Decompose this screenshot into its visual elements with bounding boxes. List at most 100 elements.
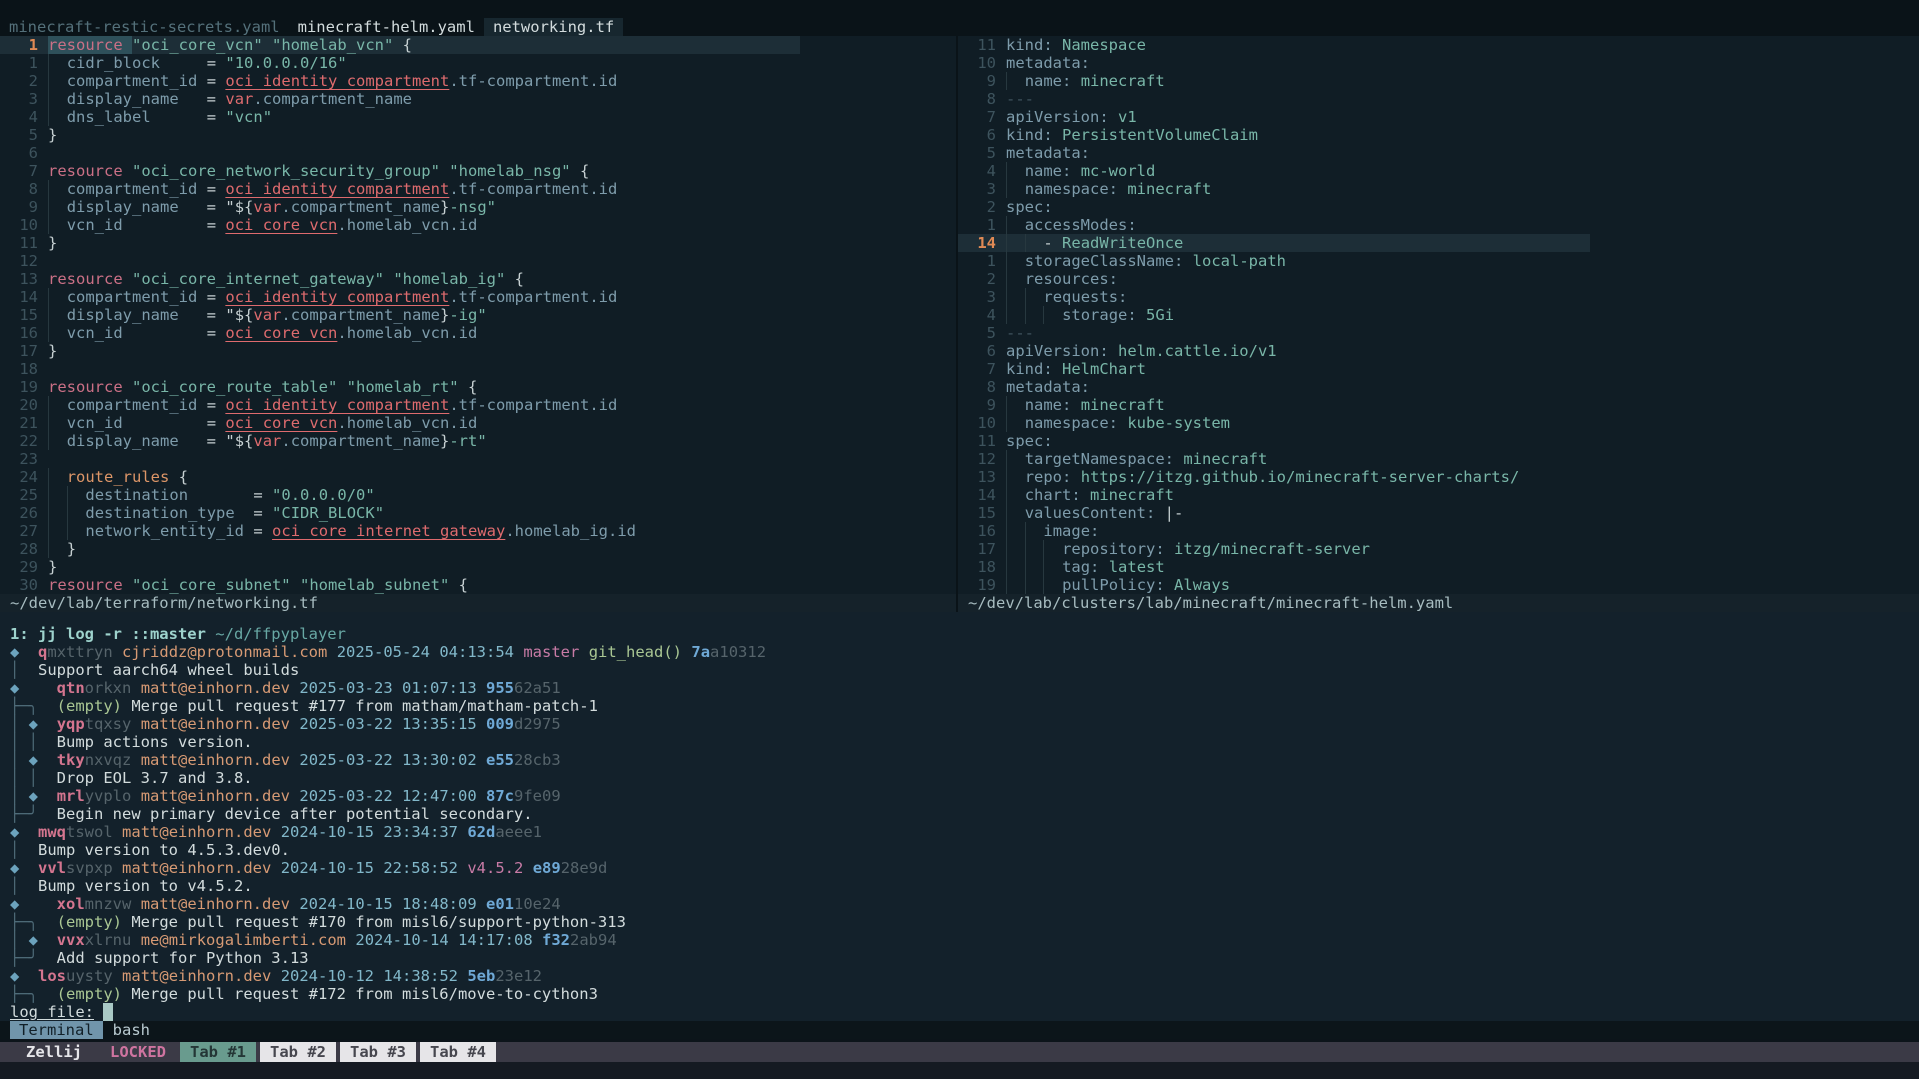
code-line[interactable]: 30resource "oci_core_subnet" "homelab_su…: [0, 576, 957, 594]
input-line[interactable]: log file:: [10, 1003, 1919, 1021]
code-line[interactable]: 16 image:: [958, 522, 1919, 540]
code-line[interactable]: 11}: [0, 234, 957, 252]
log-line[interactable]: ◆ qmxttryn cjriddz@protonmail.com 2025-0…: [10, 643, 1919, 661]
zellij-tab-list: Tab #1Tab #2Tab #3Tab #4: [180, 1042, 500, 1062]
code-line[interactable]: 1 storageClassName: local-path: [958, 252, 1919, 270]
log-line[interactable]: │ ◆ vvxxlrnu me@mirkogalimberti.com 2024…: [10, 931, 1919, 949]
code-line[interactable]: 4 name: mc-world: [958, 162, 1919, 180]
log-line[interactable]: │ │ Drop EOL 3.7 and 3.8.: [10, 769, 1919, 787]
log-line[interactable]: │ Support aarch64 wheel builds: [10, 661, 1919, 679]
code-line[interactable]: 22 display_name = "${var.compartment_nam…: [0, 432, 957, 450]
code-line[interactable]: 7kind: HelmChart: [958, 360, 1919, 378]
code-line[interactable]: 13resource "oci_core_internet_gateway" "…: [0, 270, 957, 288]
line-number: 4: [8, 108, 38, 126]
log-line[interactable]: ├─╯ Begin new primary device after poten…: [10, 805, 1919, 823]
line-content: namespace: kube-system: [1006, 414, 1230, 432]
code-line[interactable]: 15 display_name = "${var.compartment_nam…: [0, 306, 957, 324]
code-line[interactable]: 7resource "oci_core_network_security_gro…: [0, 162, 957, 180]
code-line[interactable]: 24 route_rules {: [0, 468, 957, 486]
code-line[interactable]: 19resource "oci_core_route_table" "homel…: [0, 378, 957, 396]
code-line[interactable]: 1 cidr_block = "10.0.0.0/16": [0, 54, 957, 72]
log-line[interactable]: ◆ losuysty matt@einhorn.dev 2024-10-12 1…: [10, 967, 1919, 985]
code-line[interactable]: 1resource "oci_core_vcn" "homelab_vcn" {: [0, 36, 957, 54]
code-line[interactable]: 5---: [958, 324, 1919, 342]
log-line[interactable]: ◆ mwqtswol matt@einhorn.dev 2024-10-15 2…: [10, 823, 1919, 841]
code-line[interactable]: 2spec:: [958, 198, 1919, 216]
code-line[interactable]: 17 repository: itzg/minecraft-server: [958, 540, 1919, 558]
code-line[interactable]: 14 chart: minecraft: [958, 486, 1919, 504]
log-line[interactable]: ├─╮ (empty) Merge pull request #172 from…: [10, 985, 1919, 1003]
code-line[interactable]: 12 targetNamespace: minecraft: [958, 450, 1919, 468]
zellij-tab-tab-2[interactable]: Tab #2: [260, 1042, 336, 1062]
buffer-tab-minecraft-helm.yaml[interactable]: minecraft-helm.yaml: [289, 18, 484, 36]
code-line[interactable]: 12: [0, 252, 957, 270]
log-line[interactable]: ├─╮ (empty) Merge pull request #177 from…: [10, 697, 1919, 715]
log-line[interactable]: │ Bump version to v4.5.2.: [10, 877, 1919, 895]
code-line[interactable]: 18 tag: latest: [958, 558, 1919, 576]
code-line[interactable]: 10 vcn_id = oci_core_vcn.homelab_vcn.id: [0, 216, 957, 234]
log-line[interactable]: │ ◆ yqptqxsy matt@einhorn.dev 2025-03-22…: [10, 715, 1919, 733]
log-line[interactable]: ├─╮ (empty) Merge pull request #170 from…: [10, 913, 1919, 931]
log-line[interactable]: │ │ Bump actions version.: [10, 733, 1919, 751]
code-line[interactable]: 4 dns_label = "vcn": [0, 108, 957, 126]
code-line[interactable]: 17}: [0, 342, 957, 360]
code-line[interactable]: 9 name: minecraft: [958, 72, 1919, 90]
code-line[interactable]: 9 name: minecraft: [958, 396, 1919, 414]
code-line[interactable]: 8metadata:: [958, 378, 1919, 396]
zellij-tab-tab-3[interactable]: Tab #3: [340, 1042, 416, 1062]
code-line[interactable]: 16 vcn_id = oci_core_vcn.homelab_vcn.id: [0, 324, 957, 342]
code-line[interactable]: 27 network_entity_id = oci_core_internet…: [0, 522, 957, 540]
code-line[interactable]: 8 compartment_id = oci_identity_compartm…: [0, 180, 957, 198]
code-line[interactable]: 15 valuesContent: |-: [958, 504, 1919, 522]
code-line[interactable]: 18: [0, 360, 957, 378]
code-line[interactable]: 10metadata:: [958, 54, 1919, 72]
log-line[interactable]: ├─╯ Add support for Python 3.13: [10, 949, 1919, 967]
code-line[interactable]: 1 accessModes:: [958, 216, 1919, 234]
code-line[interactable]: 13 repo: https://itzg.github.io/minecraf…: [958, 468, 1919, 486]
editor-pane-yaml[interactable]: 11kind: Namespace10metadata:9 name: mine…: [958, 36, 1919, 612]
command-line[interactable]: 1: jj log -r ::master ~/d/ffpyplayer: [10, 625, 1919, 643]
code-line[interactable]: 2 compartment_id = oci_identity_compartm…: [0, 72, 957, 90]
code-line[interactable]: 11spec:: [958, 432, 1919, 450]
code-line[interactable]: 8---: [958, 90, 1919, 108]
code-line[interactable]: 5}: [0, 126, 957, 144]
log-line[interactable]: ◆ vvlsvpxp matt@einhorn.dev 2024-10-15 2…: [10, 859, 1919, 877]
code-line[interactable]: 6apiVersion: helm.cattle.io/v1: [958, 342, 1919, 360]
code-line[interactable]: 3 namespace: minecraft: [958, 180, 1919, 198]
buffer-tab-minecraft-restic-secrets.yaml[interactable]: minecraft-restic-secrets.yaml: [0, 18, 289, 36]
zellij-tab-tab-1[interactable]: Tab #1: [180, 1042, 256, 1062]
code-line[interactable]: 5metadata:: [958, 144, 1919, 162]
code-line[interactable]: 11kind: Namespace: [958, 36, 1919, 54]
log-line[interactable]: │ Bump version to 4.5.3.dev0.: [10, 841, 1919, 859]
code-line[interactable]: 14 compartment_id = oci_identity_compart…: [0, 288, 957, 306]
code-area-terraform[interactable]: 1resource "oci_core_vcn" "homelab_vcn" {…: [0, 36, 957, 594]
code-area-yaml[interactable]: 11kind: Namespace10metadata:9 name: mine…: [958, 36, 1919, 594]
code-line[interactable]: 25 destination = "0.0.0.0/0": [0, 486, 957, 504]
code-line[interactable]: 3 display_name = var.compartment_name: [0, 90, 957, 108]
log-line[interactable]: ◆ qtnorkxn matt@einhorn.dev 2025-03-23 0…: [10, 679, 1919, 697]
code-line[interactable]: 14 - ReadWriteOnce: [958, 234, 1919, 252]
line-number: 15: [966, 504, 996, 522]
log-line[interactable]: ◆ xolmnzvw matt@einhorn.dev 2024-10-15 1…: [10, 895, 1919, 913]
code-line[interactable]: 4 storage: 5Gi: [958, 306, 1919, 324]
code-line[interactable]: 20 compartment_id = oci_identity_compart…: [0, 396, 957, 414]
code-line[interactable]: 7apiVersion: v1: [958, 108, 1919, 126]
code-line[interactable]: 3 requests:: [958, 288, 1919, 306]
code-line[interactable]: 21 vcn_id = oci_core_vcn.homelab_vcn.id: [0, 414, 957, 432]
terminal-pane[interactable]: 1: jj log -r ::master ~/d/ffpyplayer◆ qm…: [0, 612, 1919, 1042]
code-line[interactable]: 26 destination_type = "CIDR_BLOCK": [0, 504, 957, 522]
code-line[interactable]: 19 pullPolicy: Always: [958, 576, 1919, 594]
code-line[interactable]: 29}: [0, 558, 957, 576]
zellij-tab-tab-4[interactable]: Tab #4: [420, 1042, 496, 1062]
editor-pane-terraform[interactable]: 1resource "oci_core_vcn" "homelab_vcn" {…: [0, 36, 957, 612]
code-line[interactable]: 9 display_name = "${var.compartment_name…: [0, 198, 957, 216]
buffer-tab-networking.tf[interactable]: networking.tf: [484, 18, 623, 36]
log-line[interactable]: │ ◆ tkynxvqz matt@einhorn.dev 2025-03-22…: [10, 751, 1919, 769]
code-line[interactable]: 6kind: PersistentVolumeClaim: [958, 126, 1919, 144]
log-line[interactable]: │ ◆ mrlyvplo matt@einhorn.dev 2025-03-22…: [10, 787, 1919, 805]
code-line[interactable]: 6: [0, 144, 957, 162]
code-line[interactable]: 2 resources:: [958, 270, 1919, 288]
code-line[interactable]: 23: [0, 450, 957, 468]
code-line[interactable]: 10 namespace: kube-system: [958, 414, 1919, 432]
code-line[interactable]: 28 }: [0, 540, 957, 558]
